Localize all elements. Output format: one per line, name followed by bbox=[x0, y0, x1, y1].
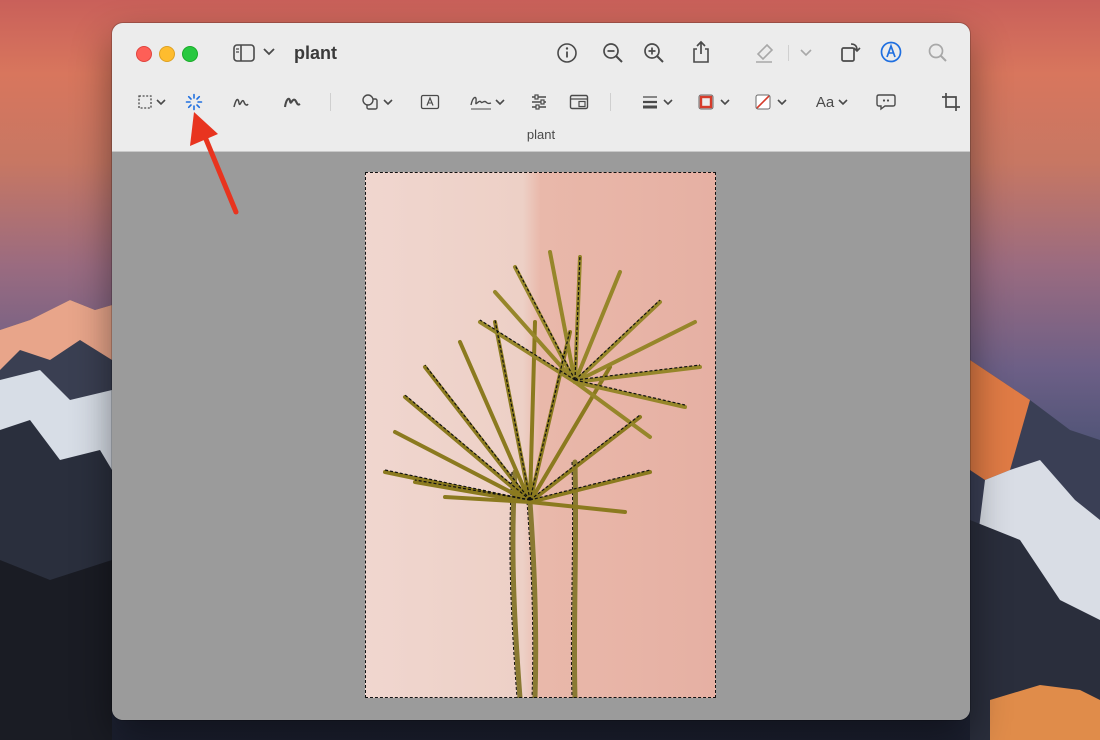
annotation-arrow bbox=[190, 112, 239, 215]
